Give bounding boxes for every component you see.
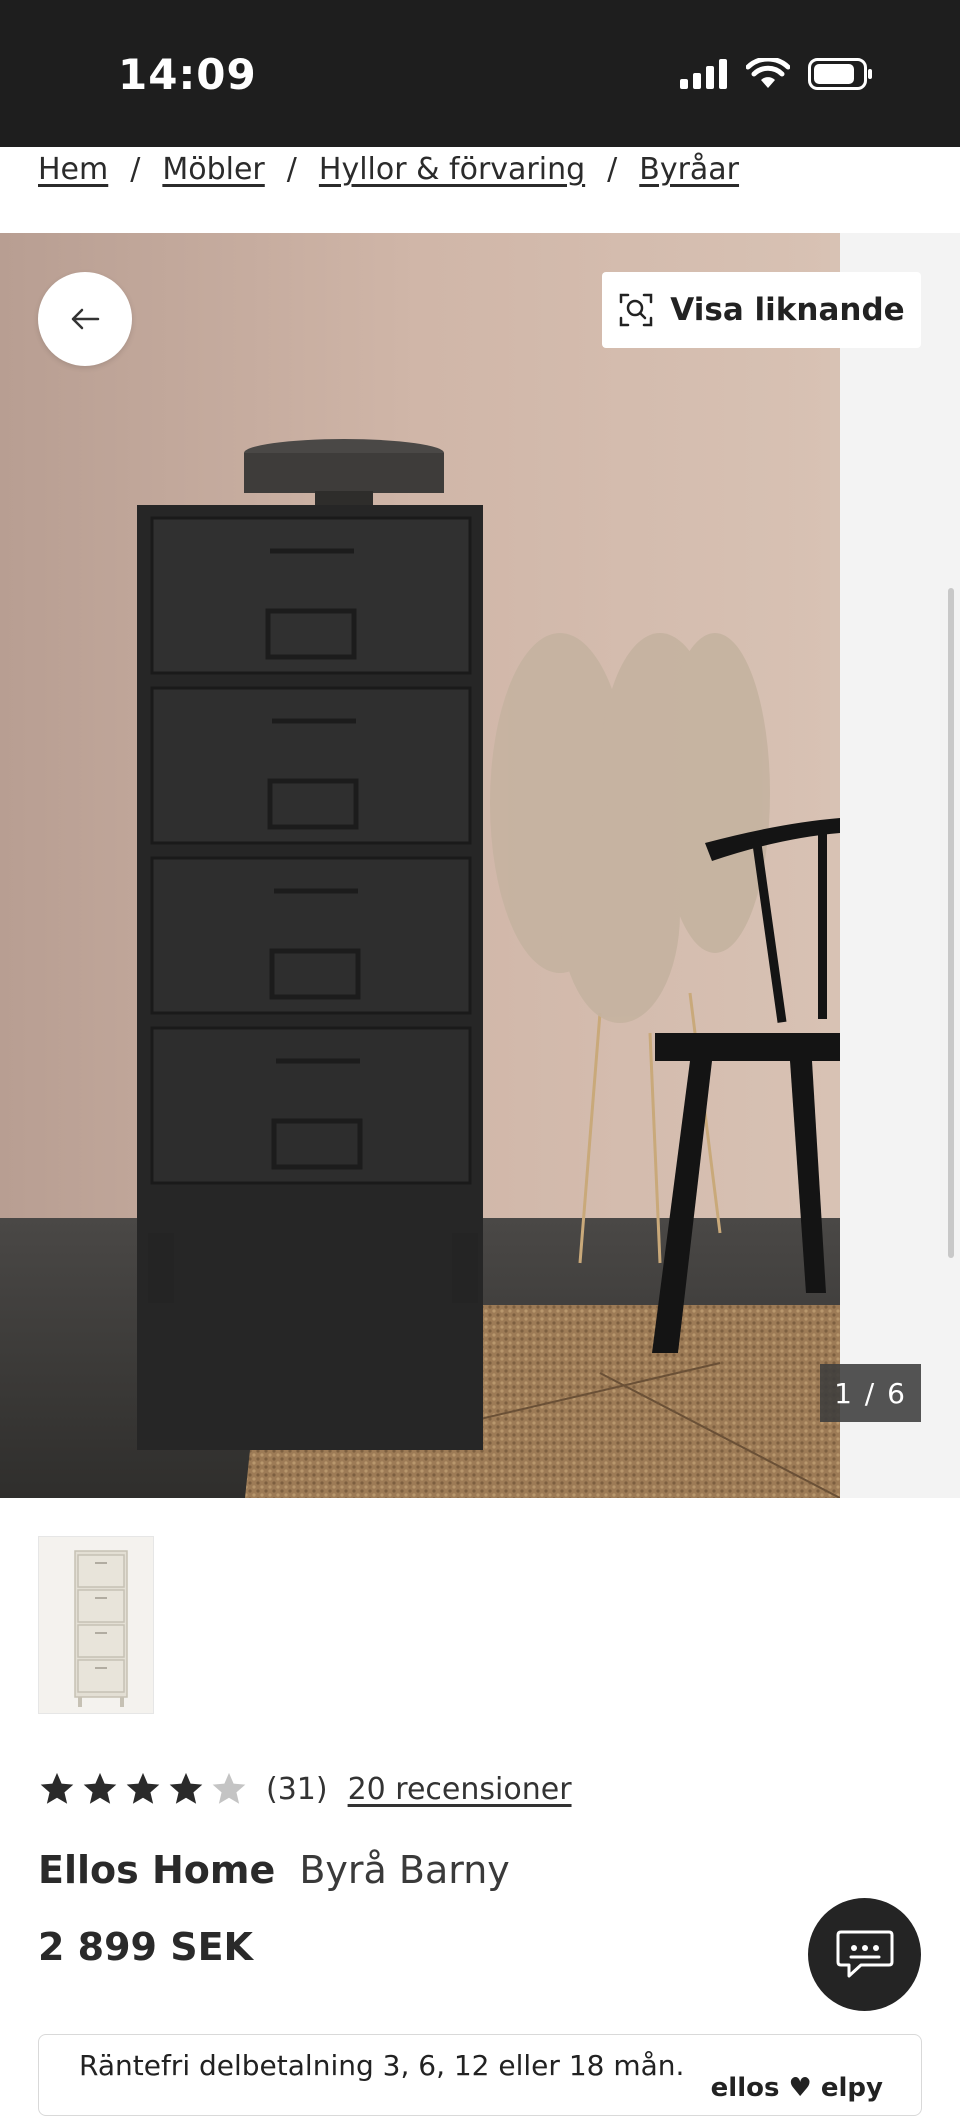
arrow-left-icon <box>71 308 100 330</box>
chat-icon <box>836 1930 893 1977</box>
star-filled-icon <box>40 1772 74 1804</box>
product-price: 2 899 SEK <box>38 1925 253 1969</box>
payment-partner-logo: ellos ♥ elpy <box>710 2073 883 2103</box>
product-main-image[interactable] <box>0 233 840 1498</box>
rating-count: (31) <box>266 1771 328 1807</box>
installment-info-box[interactable]: Räntefri delbetalning 3, 6, 12 eller 18 … <box>38 2034 922 2116</box>
product-thumbnail[interactable] <box>38 1536 154 1714</box>
gallery-scrollbar[interactable] <box>948 588 954 1258</box>
wifi-icon <box>746 58 790 88</box>
star-filled-icon <box>83 1772 117 1804</box>
visual-search-icon <box>620 293 653 327</box>
image-counter: 1 / 6 <box>820 1364 921 1422</box>
breadcrumb: Hem / Möbler / Hyllor & förvaring / Byrå… <box>38 152 739 187</box>
star-filled-icon <box>169 1772 203 1804</box>
status-time: 14:09 <box>118 50 257 99</box>
status-bar: 14:09 <box>0 0 960 147</box>
back-button[interactable] <box>38 272 132 366</box>
breadcrumb-separator: / <box>130 152 141 187</box>
reviews-link[interactable]: 20 recensioner <box>348 1772 572 1807</box>
breadcrumb-link-dressers[interactable]: Byråar <box>639 152 739 187</box>
installment-text: Räntefri delbetalning 3, 6, 12 eller 18 … <box>79 2049 685 2082</box>
star-filled-icon <box>126 1772 160 1804</box>
rating-stars <box>38 1770 248 1808</box>
show-similar-label: Visa liknande <box>670 292 905 328</box>
status-icons <box>680 58 874 90</box>
product-title: Byrå Barny <box>299 1848 510 1892</box>
product-brand[interactable]: Ellos Home <box>38 1848 275 1892</box>
breadcrumb-separator: / <box>607 152 618 187</box>
rating-row: (31) 20 recensioner <box>38 1770 572 1808</box>
product-name: Ellos Home Byrå Barny <box>38 1848 510 1892</box>
thumbnail-dresser-image <box>39 1537 153 1713</box>
breadcrumb-link-home[interactable]: Hem <box>38 152 108 187</box>
signal-icon <box>680 59 727 89</box>
breadcrumb-separator: / <box>286 152 297 187</box>
show-similar-button[interactable]: Visa liknande <box>602 272 921 348</box>
chat-button[interactable] <box>808 1898 921 2011</box>
breadcrumb-link-shelves-storage[interactable]: Hyllor & förvaring <box>319 152 585 187</box>
star-empty-icon <box>212 1772 246 1804</box>
battery-icon <box>808 58 872 90</box>
product-image-gallery[interactable] <box>0 233 960 1498</box>
dresser-illustration <box>137 505 483 1450</box>
breadcrumb-link-furniture[interactable]: Möbler <box>162 152 264 187</box>
